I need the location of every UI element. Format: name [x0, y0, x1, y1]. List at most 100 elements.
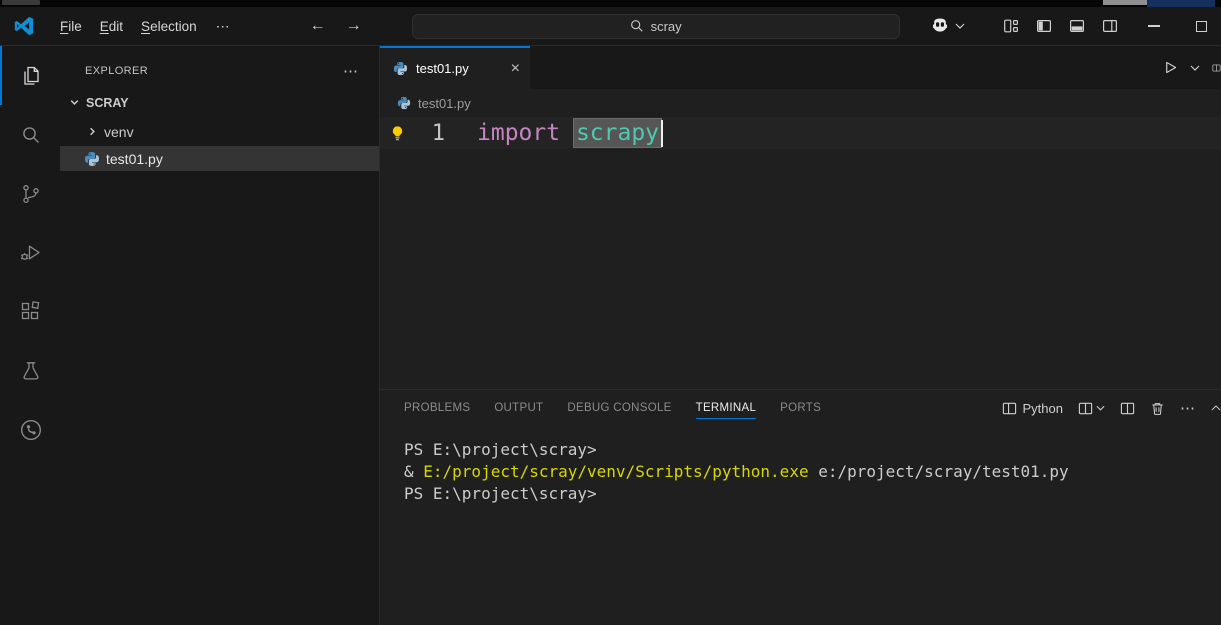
- top-edge-strip: [0, 0, 1221, 7]
- terminal-line: & E:/project/scray/venv/Scripts/python.e…: [404, 461, 1221, 483]
- tab-problems[interactable]: PROBLEMS: [392, 390, 482, 426]
- tree-root-scray[interactable]: SCRAY: [60, 90, 379, 115]
- chevron-down-icon: [1096, 405, 1105, 411]
- code-editor[interactable]: 1 import scrapy: [380, 117, 1221, 389]
- activity-run-debug-button[interactable]: [0, 223, 60, 282]
- tab-debug-console[interactable]: DEBUG CONSOLE: [555, 390, 683, 426]
- search-icon: [630, 19, 644, 33]
- toggle-panel-icon[interactable]: [1069, 18, 1085, 34]
- forward-icon[interactable]: →: [346, 17, 362, 35]
- close-icon[interactable]: ×: [511, 61, 520, 77]
- activity-circle-branch-button[interactable]: [0, 400, 60, 459]
- copilot-icon: [929, 16, 951, 36]
- copilot-button[interactable]: [929, 16, 965, 36]
- files-icon: [19, 64, 43, 88]
- code-line-1: 1 import scrapy: [380, 117, 1221, 149]
- menu-selection[interactable]: Selection: [132, 19, 206, 34]
- vscode-logo-icon: [13, 15, 35, 37]
- panel-more-icon[interactable]: ⋯: [1180, 399, 1196, 417]
- file-label: test01.py: [106, 151, 163, 167]
- terminal-output[interactable]: PS E:\project\scray> & E:/project/scray/…: [380, 426, 1221, 505]
- bottom-panel: PROBLEMS OUTPUT DEBUG CONSOLE TERMINAL P…: [380, 389, 1221, 625]
- maximize-panel-icon-partial[interactable]: [1211, 404, 1221, 412]
- git-branch-icon: [19, 182, 43, 206]
- terminal-python-icon: [1002, 401, 1017, 416]
- root-folder-label: SCRAY: [86, 96, 129, 110]
- tree-item-venv[interactable]: venv: [60, 119, 379, 144]
- sidebar-header: EXPLORER ⋯: [60, 46, 379, 90]
- titlebar-right: [929, 16, 1221, 36]
- chevron-right-icon: [87, 126, 98, 137]
- text-cursor: [661, 120, 663, 147]
- edge-artifact-blue: [1147, 0, 1215, 7]
- customize-layout-icon[interactable]: [1003, 18, 1019, 34]
- edge-artifact-gray: [1103, 0, 1147, 5]
- tab-test01[interactable]: test01.py ×: [380, 46, 530, 89]
- breadcrumb-item[interactable]: test01.py: [418, 96, 471, 111]
- sidebar-more-icon[interactable]: ⋯: [343, 62, 359, 80]
- run-button[interactable]: [1163, 60, 1178, 75]
- identifier-token: scrapy: [574, 119, 661, 147]
- activity-extensions-button[interactable]: [0, 282, 60, 341]
- split-editor-icon-partial[interactable]: [1212, 60, 1221, 76]
- python-file-icon: [84, 151, 100, 167]
- activity-search-button[interactable]: [0, 105, 60, 164]
- python-file-icon: [397, 96, 411, 110]
- run-dropdown-chevron-icon[interactable]: [1190, 65, 1200, 71]
- code-text[interactable]: import scrapy: [477, 119, 663, 147]
- search-value: scray: [651, 19, 682, 34]
- kill-terminal-trash-icon[interactable]: [1150, 401, 1165, 416]
- explorer-sidebar: EXPLORER ⋯ SCRAY venv: [60, 46, 380, 625]
- minimize-button[interactable]: [1148, 25, 1160, 26]
- chevron-down-icon: [955, 23, 965, 29]
- chevron-down-icon: [69, 97, 80, 108]
- menu-file[interactable]: File: [51, 19, 91, 34]
- lightbulb-icon[interactable]: [389, 125, 407, 142]
- sidebar-title: EXPLORER: [85, 65, 148, 77]
- maximize-button[interactable]: [1196, 21, 1207, 32]
- editor-actions: [1163, 46, 1221, 89]
- new-terminal-dropdown[interactable]: [1078, 401, 1105, 416]
- terminal-command-path: E:/project/scray/venv/Scripts/python.exe: [423, 462, 808, 481]
- extensions-icon: [19, 300, 43, 324]
- python-file-icon: [393, 61, 408, 76]
- tab-ports[interactable]: PORTS: [768, 390, 833, 426]
- terminal-instance-python[interactable]: Python: [1002, 401, 1063, 416]
- vscode-window: File Edit Selection ⋯ ← → scray: [0, 0, 1221, 625]
- tab-strip: test01.py ×: [380, 46, 1221, 89]
- folder-label: venv: [104, 124, 134, 140]
- circle-branch-icon: [18, 417, 44, 443]
- split-terminal-icon[interactable]: [1120, 401, 1135, 416]
- activity-source-control-button[interactable]: [0, 164, 60, 223]
- terminal-name: Python: [1023, 401, 1063, 416]
- tree-item-test01[interactable]: test01.py: [60, 146, 379, 171]
- main-area: EXPLORER ⋯ SCRAY venv: [0, 46, 1221, 625]
- keyword-token: import: [477, 120, 574, 146]
- activity-bar: [0, 46, 60, 625]
- toggle-primary-sidebar-icon[interactable]: [1036, 18, 1052, 34]
- panel-actions: Python: [1002, 399, 1221, 417]
- command-center-search[interactable]: scray: [412, 14, 900, 39]
- activity-explorer-button[interactable]: [0, 46, 60, 105]
- tab-output[interactable]: OUTPUT: [482, 390, 555, 426]
- back-icon[interactable]: ←: [310, 17, 326, 35]
- beaker-icon: [19, 359, 43, 383]
- panel-header: PROBLEMS OUTPUT DEBUG CONSOLE TERMINAL P…: [380, 390, 1221, 426]
- title-bar: File Edit Selection ⋯ ← → scray: [0, 7, 1221, 46]
- breadcrumb: test01.py: [380, 89, 1221, 117]
- tab-label: test01.py: [416, 61, 469, 76]
- activity-testing-button[interactable]: [0, 341, 60, 400]
- run-and-debug-icon: [19, 241, 43, 265]
- menu-edit[interactable]: Edit: [91, 19, 132, 34]
- edge-artifact-left: [2, 0, 40, 5]
- terminal-line: PS E:\project\scray>: [404, 439, 1221, 461]
- line-number: 1: [417, 121, 445, 146]
- tab-terminal[interactable]: TERMINAL: [684, 390, 769, 426]
- menu-more-icon[interactable]: ⋯: [206, 18, 242, 35]
- launch-profile-icon: [1078, 401, 1093, 416]
- terminal-line: PS E:\project\scray>: [404, 483, 1221, 505]
- nav-arrows: ← →: [310, 17, 362, 35]
- toggle-secondary-sidebar-icon[interactable]: [1102, 18, 1118, 34]
- search-icon: [19, 123, 43, 147]
- editor-group: test01.py ×: [380, 46, 1221, 625]
